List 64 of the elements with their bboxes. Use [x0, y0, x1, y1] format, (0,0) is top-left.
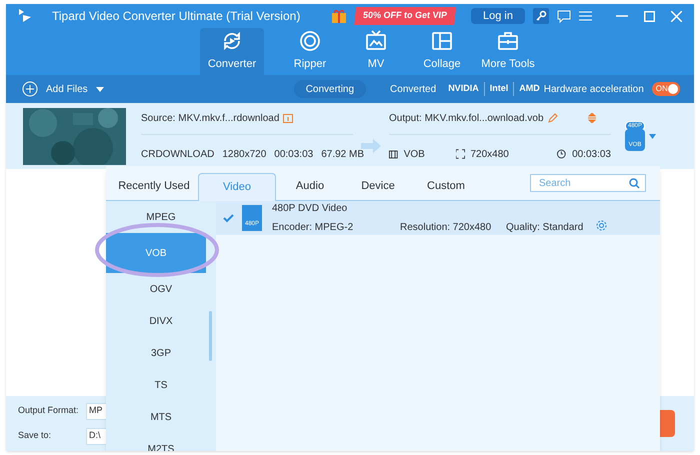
key-icon[interactable] [533, 8, 549, 24]
collage-icon [431, 30, 453, 52]
preset-name: 480P DVD Video [272, 202, 348, 216]
output-format-label: Output Format: [18, 404, 80, 418]
mode-tab[interactable]: Converting [294, 80, 366, 98]
pencil-icon[interactable] [548, 113, 558, 123]
source-info: 00:03:03 [274, 148, 314, 162]
output-format: VOB [404, 148, 426, 162]
resize-icon [456, 149, 464, 159]
dropdown-caret-icon[interactable] [649, 134, 656, 138]
minimize-icon[interactable] [616, 15, 628, 17]
maximize-icon[interactable] [644, 10, 655, 22]
disc-icon [299, 30, 321, 52]
settings-icon[interactable] [596, 220, 607, 231]
output-filename: Output: MKV.mkv.fol...ownload.vob [389, 112, 544, 126]
close-icon[interactable] [671, 10, 682, 22]
clock-icon [557, 149, 566, 159]
format-tab[interactable]: Device [344, 172, 412, 200]
source-info: 1280x720 [222, 148, 266, 162]
search-icon[interactable] [629, 178, 640, 188]
menu-icon[interactable] [579, 11, 592, 21]
film-icon [389, 150, 398, 158]
add-files-button[interactable]: Add Files [22, 81, 104, 97]
select-field[interactable]: MP [86, 402, 106, 420]
select-field[interactable]: D:\ [86, 428, 106, 444]
source-info: 67.92 MB [321, 148, 364, 162]
save-to-label: Save to: [18, 429, 52, 442]
gift-icon [331, 8, 347, 24]
window-title: Tipard Video Converter Ultimate (Trial Version) [52, 8, 300, 25]
preset-quality: Quality: Standard [506, 221, 584, 235]
hardware-acceleration-label: Hardware acceleration [544, 82, 644, 96]
nav-tab[interactable]: Converter [200, 28, 264, 75]
vendor-label: AMD [513, 82, 540, 96]
format-list-item[interactable]: DIVX [106, 305, 216, 337]
logo-icon [18, 8, 32, 24]
convert-icon [221, 30, 243, 52]
login-button[interactable]: Log in [471, 8, 525, 24]
toolbox-icon [497, 30, 519, 52]
output-duration: 00:03:03 [572, 148, 611, 162]
vendor-label: Intel [484, 82, 508, 96]
scrollbar[interactable] [209, 311, 212, 361]
source-info: CRDOWNLOAD [141, 148, 214, 162]
vendor-label: NVIDIA [448, 82, 479, 96]
format-tab[interactable]: Custom [412, 172, 480, 200]
format-tab[interactable]: Audio [276, 172, 344, 200]
tv-icon [365, 30, 387, 52]
chat-icon[interactable] [557, 10, 571, 22]
format-list-item[interactable]: MPEG [106, 201, 216, 233]
info-icon[interactable] [283, 114, 294, 122]
move-icon[interactable] [587, 113, 597, 123]
format-list-item[interactable]: MTS [106, 401, 216, 433]
output-resolution: 720x480 [470, 148, 510, 162]
caret-icon [96, 86, 104, 92]
format-tab[interactable]: Recently Used [110, 172, 198, 200]
source-filename: Source: MKV.mkv.f...rdownload [141, 112, 280, 126]
promo-banner[interactable]: 50% OFF to Get VIP [354, 7, 456, 25]
format-list-item[interactable]: 3GP [106, 337, 216, 369]
preset-encoder: Encoder: MPEG-2 [272, 221, 354, 235]
search-field[interactable]: Search [530, 174, 646, 192]
plus-icon [22, 81, 38, 97]
format-list-item[interactable]: TS [106, 369, 216, 401]
format-list-item[interactable]: OGV [106, 273, 216, 305]
mode-tab[interactable]: Converted [378, 80, 448, 98]
preset-resolution: Resolution: 720x480 [400, 221, 492, 235]
